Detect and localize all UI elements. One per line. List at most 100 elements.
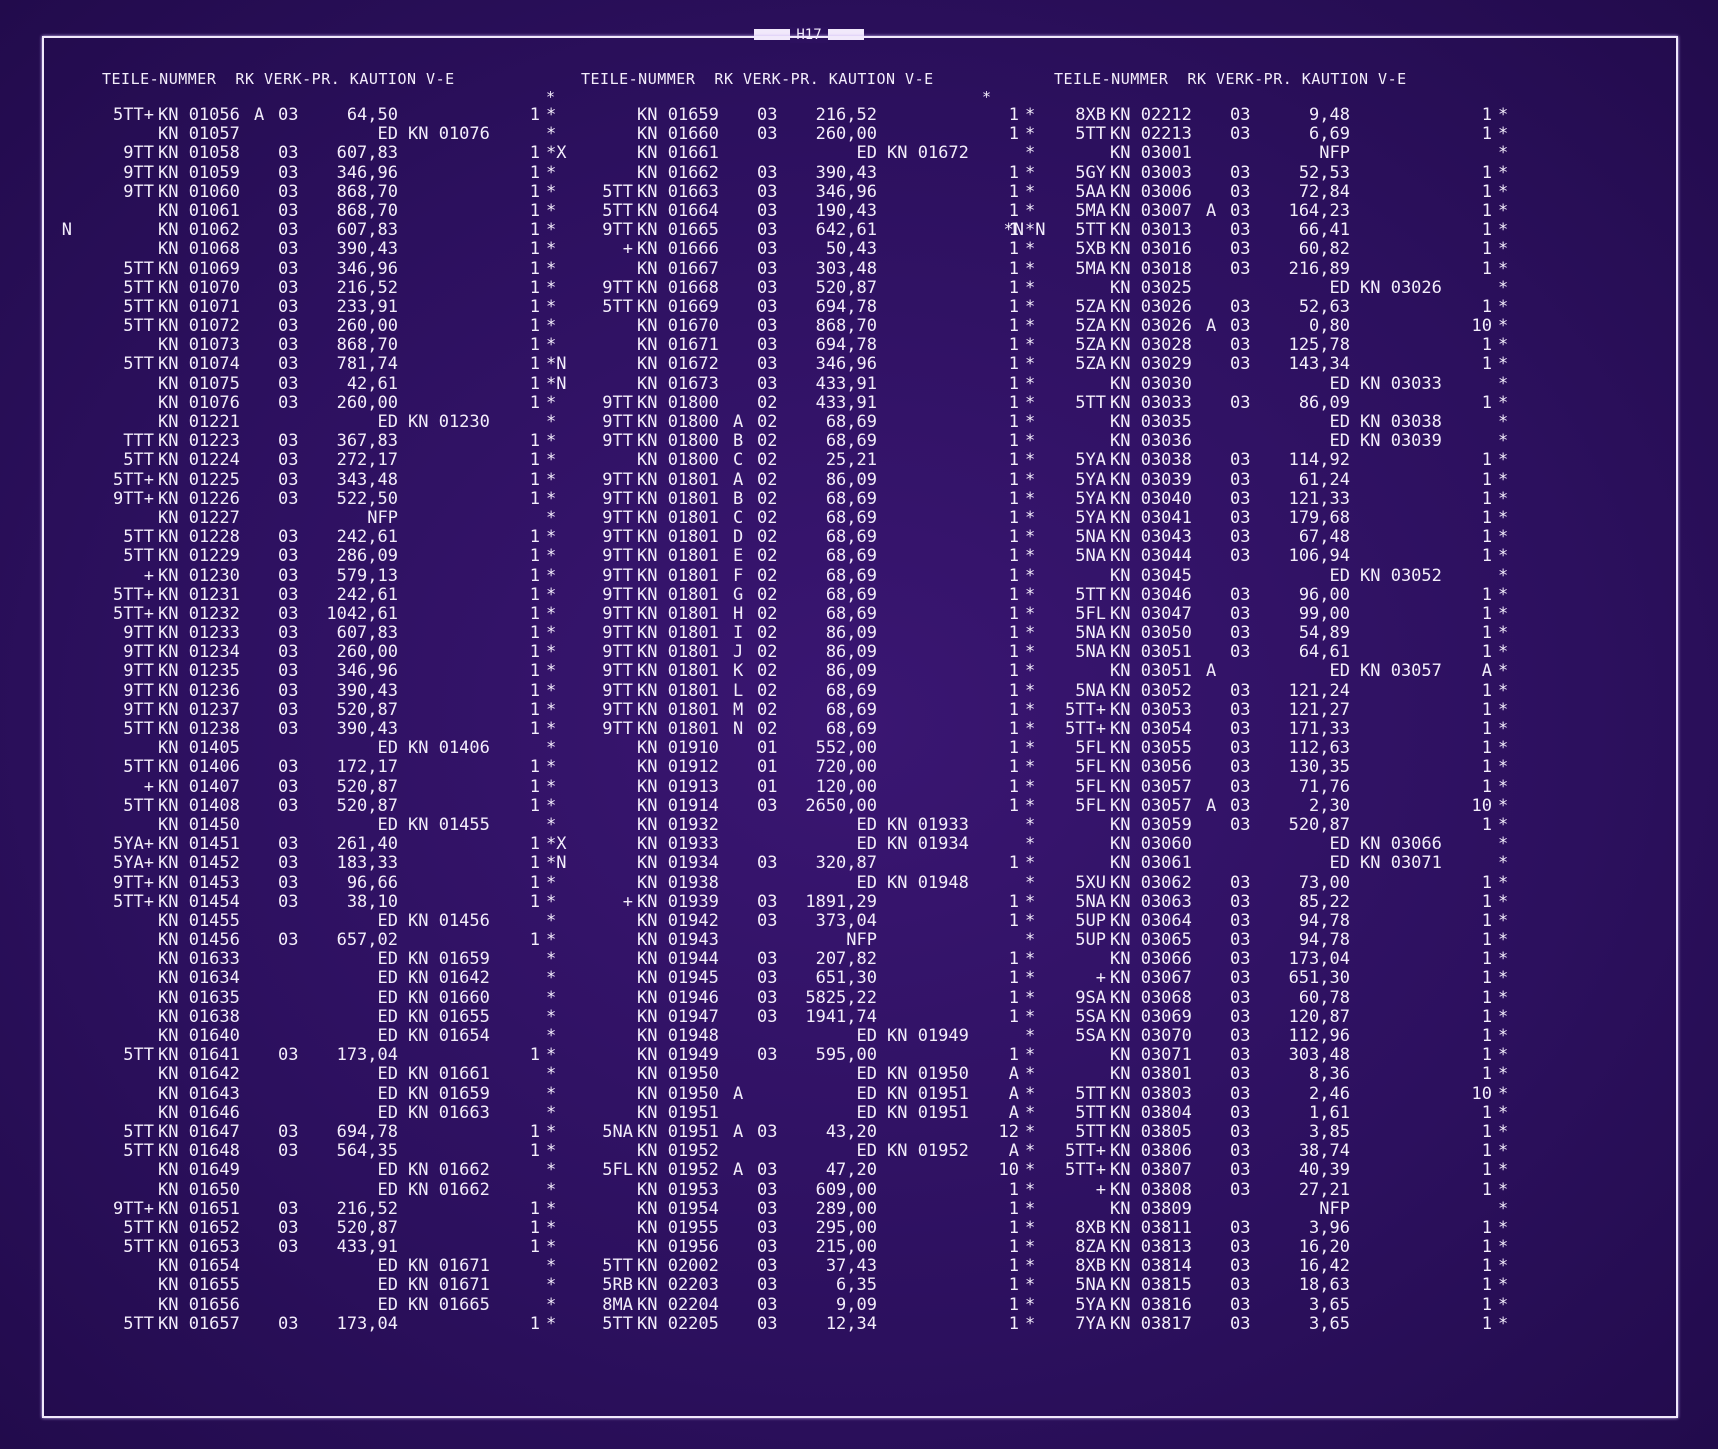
part-prefix: 5TT+ [113, 891, 154, 912]
deposit-ref: KN 01662 [408, 1160, 490, 1181]
list-item: 9TT KN 01801 J 02 86,09 1 * [537, 643, 1037, 662]
rk-code: 03 [278, 680, 299, 701]
part-prefix: 5FL [1075, 795, 1106, 816]
row-marker: * [1498, 412, 1509, 432]
list-item: 5FL KN 03057 A 03 2,30 10 * [1010, 795, 1510, 816]
part-number: KN 01950 [637, 1064, 719, 1085]
list-item: KN 01654 ED KN 01671 * [58, 1257, 558, 1276]
list-item: 5TT KN 01664 03 190,43 1 * [537, 201, 1037, 221]
list-item: KN 01933 ED KN 01934 * [537, 834, 1037, 854]
sales-price: 390,43 [336, 680, 398, 701]
part-prefix: 9TT [602, 642, 633, 663]
rk-code: 03 [757, 910, 778, 931]
sales-price: 25,21 [825, 450, 877, 471]
part-number: KN 03813 [1110, 1237, 1192, 1258]
part-number: KN 01952 [637, 1160, 719, 1181]
list-item: 5TT KN 01641 03 173,04 1 * [58, 1045, 558, 1066]
deposit-ref: KN 01455 [408, 814, 490, 835]
unit-qty: 1 [1481, 354, 1492, 375]
list-item: 5TT KN 01071 03 233,91 1 * [58, 297, 558, 317]
unit-qty: 1 [1481, 623, 1492, 644]
part-number: KN 03067 [1110, 968, 1192, 989]
list-item: 5YA+ KN 01451 03 261,40 1 *X [58, 834, 566, 855]
sales-price: 68,69 [825, 719, 877, 739]
list-item: 5TT+ KN 01225 03 343,48 1 * [58, 470, 558, 490]
column-header: TEILE-NUMMER RK VERK-PR. KAUTION V-E [102, 70, 455, 88]
sales-price: 272,17 [336, 450, 398, 471]
rk-code: 03 [1230, 584, 1251, 605]
unit-qty: 1 [1481, 949, 1492, 970]
part-suffix: B [733, 431, 744, 452]
list-item: KN 01956 03 215,00 1 * [537, 1237, 1037, 1257]
unit-qty: 1 [1481, 738, 1492, 759]
part-prefix: 5NA [1075, 680, 1106, 701]
list-item: 5ZA KN 03026 03 52,63 1 * [1010, 297, 1510, 317]
sales-price: 64,61 [1298, 642, 1350, 663]
list-item: 9TT KN 01059 03 346,96 1 * [58, 163, 558, 183]
rk-code: 02 [757, 450, 778, 471]
part-prefix: 5NA [602, 1121, 633, 1142]
rk-code: 02 [757, 392, 778, 413]
rk-code: 03 [1230, 891, 1251, 912]
part-prefix: TTT [123, 431, 154, 452]
part-number: KN 03041 [1110, 507, 1192, 528]
sales-price: 71,76 [1298, 776, 1350, 797]
sales-price: ED [856, 814, 877, 835]
rk-code: 03 [757, 1045, 778, 1066]
list-item: KN 01912 01 720,00 1 * [537, 758, 1037, 777]
rk-code: 03 [757, 258, 778, 279]
sales-price: 520,87 [336, 776, 398, 797]
part-number: KN 01652 [158, 1217, 240, 1238]
rk-code: 03 [278, 1045, 299, 1066]
left-marker: *N [1003, 220, 1024, 241]
list-item: 5TT KN 03804 03 1,61 1 * [1010, 1103, 1510, 1123]
rk-code: 03 [278, 661, 299, 682]
part-suffix: D [733, 527, 744, 548]
sales-price: NFP [367, 507, 398, 528]
rk-code: 03 [1230, 1083, 1251, 1104]
rk-code: 03 [757, 1121, 778, 1142]
part-prefix: 9TT [123, 143, 154, 164]
part-prefix: 5TT+ [113, 584, 154, 605]
list-item: 9TT KN 01801 I 02 86,09 1 * [537, 623, 1037, 644]
list-item: 5UP KN 03064 03 94,78 1 * [1010, 910, 1510, 931]
list-item: KN 01634 ED KN 01642 * [58, 969, 558, 988]
sales-price: 130,35 [1288, 757, 1350, 778]
sales-price: ED [1329, 373, 1350, 394]
rk-code: 03 [1230, 1141, 1251, 1162]
unit-qty: 1 [1481, 488, 1492, 509]
list-item: 8XB KN 02212 03 9,48 1 * [1010, 105, 1510, 125]
unit-qty: 1 [1481, 1256, 1492, 1277]
part-number: KN 01655 [158, 1275, 240, 1296]
part-number: KN 01654 [158, 1256, 240, 1277]
rk-code: 02 [757, 412, 778, 432]
sales-price: 121,33 [1288, 488, 1350, 509]
list-item: KN 01656 ED KN 01665 * [58, 1295, 558, 1315]
part-number: KN 01407 [158, 776, 240, 797]
part-number: KN 01070 [158, 277, 240, 298]
part-number: KN 03047 [1110, 603, 1192, 624]
row-marker: * [1498, 1064, 1509, 1085]
list-item: 5UP KN 03065 03 94,78 1 * [1010, 930, 1510, 950]
row-marker: * [1498, 910, 1509, 931]
deposit-ref: KN 01406 [408, 738, 490, 759]
part-number: KN 01643 [158, 1083, 240, 1104]
part-number: KN 01801 [637, 661, 719, 682]
rk-code: 03 [278, 239, 299, 260]
row-marker: * [1498, 872, 1509, 893]
row-marker: * [1498, 392, 1509, 413]
rk-code: 03 [757, 124, 778, 145]
part-number: KN 03051 [1110, 661, 1192, 682]
part-number: KN 01801 [637, 623, 719, 644]
part-number: KN 03807 [1110, 1160, 1192, 1181]
sales-price: 43,20 [825, 1121, 877, 1142]
list-item: + KN 03808 03 27,21 1 * [1010, 1180, 1510, 1200]
part-number: KN 03040 [1110, 488, 1192, 509]
sales-price: 0,80 [1309, 316, 1350, 337]
sales-price: 261,40 [336, 834, 398, 855]
part-number: KN 01231 [158, 584, 240, 605]
part-suffix: A [733, 412, 744, 432]
sales-price: 520,87 [336, 699, 398, 720]
unit-qty: 1 [1481, 1217, 1492, 1238]
part-prefix: + [622, 239, 633, 260]
